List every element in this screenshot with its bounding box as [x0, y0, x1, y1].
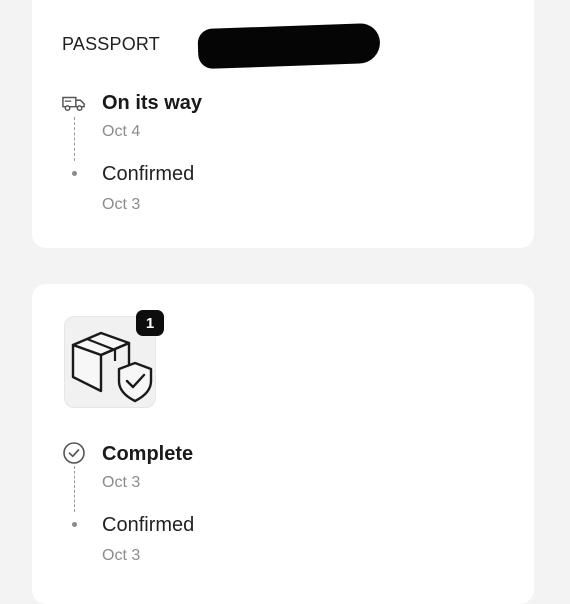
- step-title: On its way: [102, 92, 203, 114]
- order-item-card: 1 Complete Oct 3 Confirmed Oct 3: [32, 284, 534, 604]
- timeline-connector: [74, 117, 75, 161]
- check-circle-icon: [62, 441, 86, 465]
- step-title: Confirmed: [102, 514, 195, 536]
- tracking-number: PASSPORT: [62, 34, 160, 55]
- redacted-tracking-id: [197, 22, 381, 70]
- step-date: Oct 3: [102, 196, 141, 213]
- step-title: Complete: [102, 443, 194, 465]
- dot-icon: [72, 171, 77, 176]
- tracking-label: PASSPORT: [62, 34, 160, 54]
- quantity-badge: 1: [136, 310, 164, 336]
- step-title: Confirmed: [102, 163, 195, 185]
- step-date: Oct 3: [102, 547, 141, 564]
- step-date: Oct 4: [102, 123, 141, 140]
- delivery-truck-icon: [62, 91, 86, 115]
- top-tab-strip: [32, 0, 534, 2]
- shipment-status-card: PASSPORT On its way Oct 4 Confirmed Oct …: [32, 0, 534, 248]
- dot-icon: [72, 522, 77, 527]
- timeline-connector: [74, 466, 75, 512]
- step-date: Oct 3: [102, 474, 141, 491]
